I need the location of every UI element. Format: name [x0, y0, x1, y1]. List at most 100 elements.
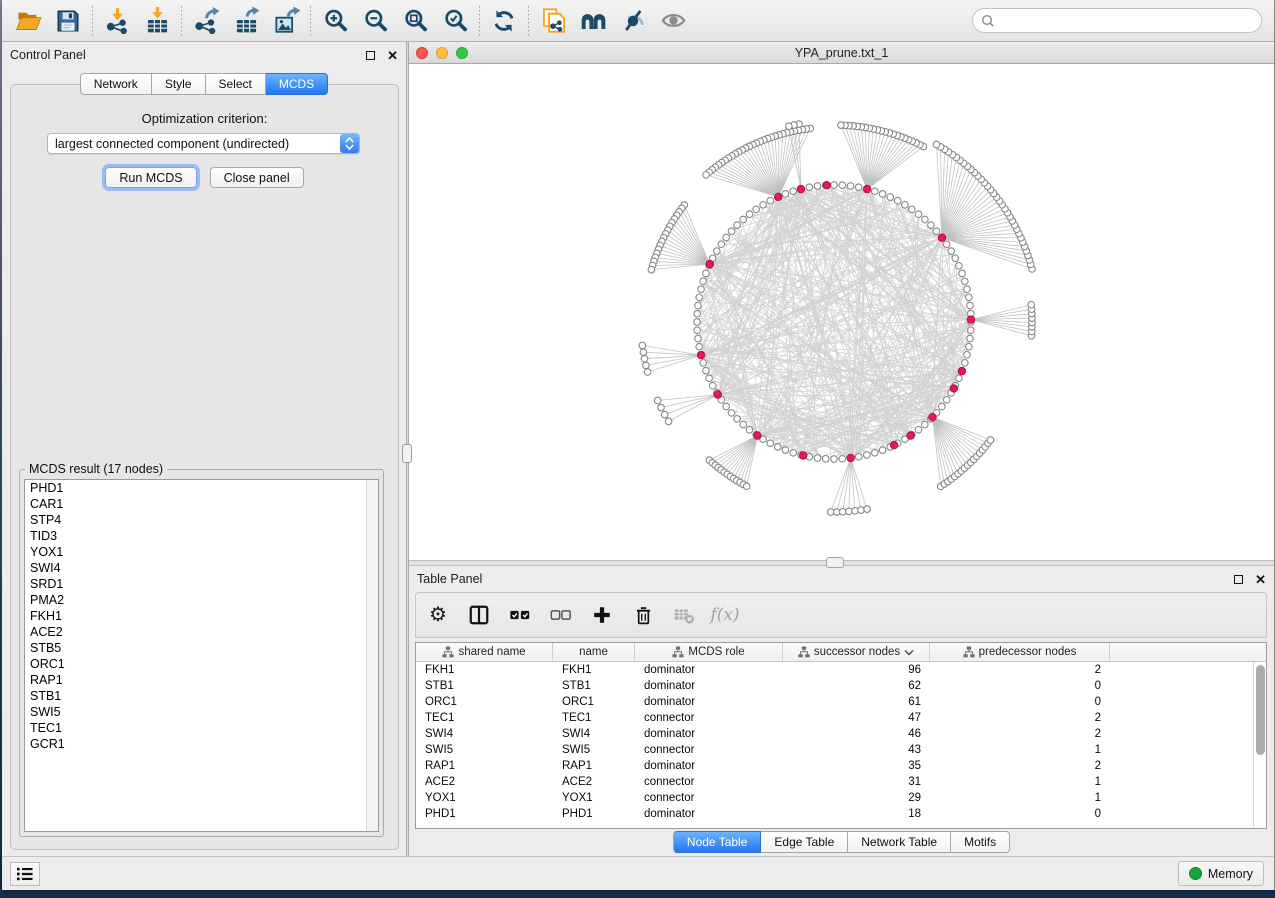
splitter-handle[interactable]	[402, 444, 412, 463]
mcds-hub-node[interactable]	[950, 385, 957, 392]
float-table-panel-icon[interactable]	[1234, 575, 1243, 584]
mcds-result-item[interactable]: TID3	[25, 528, 378, 544]
mcds-result-item[interactable]: PHD1	[25, 480, 378, 496]
table-row[interactable]: RAP1RAP1dominator352	[416, 758, 1253, 774]
window-maximize-icon[interactable]	[456, 47, 468, 59]
export-network-icon[interactable]	[186, 3, 226, 39]
add-column-icon[interactable]	[590, 603, 614, 627]
deselect-all-icon[interactable]	[549, 603, 573, 627]
mcds-hub-node[interactable]	[714, 391, 721, 398]
column-header-name[interactable]: name	[553, 643, 635, 661]
mcds-hub-node[interactable]	[967, 316, 974, 323]
mcds-hub-node[interactable]	[907, 432, 914, 439]
table-row[interactable]: PHD1PHD1dominator180	[416, 806, 1253, 822]
mcds-hub-node[interactable]	[890, 441, 897, 448]
mcds-hub-node[interactable]	[958, 367, 965, 374]
mcds-result-item[interactable]: PMA2	[25, 592, 378, 608]
mcds-result-item[interactable]: SWI5	[25, 704, 378, 720]
first-neighbors-icon[interactable]	[573, 3, 613, 39]
table-scrollbar[interactable]	[1253, 662, 1266, 828]
table-scrollbar-thumb[interactable]	[1256, 665, 1265, 755]
import-network-icon[interactable]	[97, 3, 137, 39]
memory-button[interactable]: Memory	[1178, 861, 1264, 886]
window-close-icon[interactable]	[416, 47, 428, 59]
table-row[interactable]: FKH1FKH1dominator962	[416, 662, 1253, 678]
table-row[interactable]: ACE2ACE2connector311	[416, 774, 1253, 790]
mcds-result-item[interactable]: SRD1	[25, 576, 378, 592]
import-table-icon[interactable]	[137, 3, 177, 39]
mcds-hub-node[interactable]	[706, 260, 713, 267]
table-row[interactable]: YOX1YOX1connector291	[416, 790, 1253, 806]
table-row[interactable]: TEC1TEC1connector472	[416, 710, 1253, 726]
mcds-result-item[interactable]: STB5	[25, 640, 378, 656]
tab-select[interactable]: Select	[206, 73, 266, 95]
export-image-icon[interactable]	[266, 3, 306, 39]
mcds-result-item[interactable]: FKH1	[25, 608, 378, 624]
column-header-mcds-role[interactable]: MCDS role	[635, 643, 783, 661]
table-tab-edge-table[interactable]: Edge Table	[761, 831, 848, 853]
mcds-list-scrollbar[interactable]	[366, 480, 378, 831]
column-header-successor-nodes[interactable]: successor nodes	[783, 643, 930, 661]
hide-selected-icon[interactable]	[613, 3, 653, 39]
tab-network[interactable]: Network	[80, 73, 152, 95]
mcds-hub-node[interactable]	[847, 454, 854, 461]
table-row[interactable]: STB1STB1dominator620	[416, 678, 1253, 694]
close-panel-button[interactable]: Close panel	[210, 167, 304, 188]
zoom-in-icon[interactable]	[315, 3, 355, 39]
export-table-icon[interactable]	[226, 3, 266, 39]
mcds-result-item[interactable]: ACE2	[25, 624, 378, 640]
tab-style[interactable]: Style	[152, 73, 206, 95]
table-row[interactable]: SWI5SWI5connector431	[416, 742, 1253, 758]
mcds-hub-node[interactable]	[797, 185, 804, 192]
mcds-result-item[interactable]: YOX1	[25, 544, 378, 560]
mcds-hub-node[interactable]	[938, 234, 945, 241]
mcds-result-item[interactable]: TEC1	[25, 720, 378, 736]
table-options-icon[interactable]: ⚙	[426, 603, 450, 627]
task-history-icon[interactable]	[10, 862, 40, 886]
float-panel-icon[interactable]	[366, 51, 375, 60]
search-input[interactable]	[1000, 14, 1253, 28]
column-header-predecessor-nodes[interactable]: predecessor nodes	[930, 643, 1110, 661]
table-row[interactable]: ORC1ORC1dominator610	[416, 694, 1253, 710]
refresh-view-icon[interactable]	[484, 3, 524, 39]
delete-columns-icon[interactable]	[631, 603, 655, 627]
table-row[interactable]: SWI4SWI4dominator462	[416, 726, 1253, 742]
mcds-result-item[interactable]: CAR1	[25, 496, 378, 512]
clone-network-icon[interactable]	[533, 3, 573, 39]
cell-shared-name: PHD1	[416, 808, 553, 820]
mcds-hub-node[interactable]	[754, 432, 761, 439]
mcds-hub-node[interactable]	[697, 351, 704, 358]
close-table-panel-icon[interactable]: ✕	[1255, 573, 1266, 586]
table-tab-motifs[interactable]: Motifs	[951, 831, 1010, 853]
table-tab-node-table[interactable]: Node Table	[673, 831, 762, 853]
mcds-result-item[interactable]: GCR1	[25, 736, 378, 752]
zoom-fit-icon[interactable]	[395, 3, 435, 39]
mcds-result-item[interactable]: ORC1	[25, 656, 378, 672]
select-all-icon[interactable]	[508, 603, 532, 627]
run-mcds-button[interactable]: Run MCDS	[105, 167, 196, 188]
zoom-selected-icon[interactable]	[435, 3, 475, 39]
save-session-icon[interactable]	[48, 3, 88, 39]
show-columns-icon[interactable]	[467, 603, 491, 627]
mcds-hub-node[interactable]	[800, 452, 807, 459]
network-view[interactable]	[409, 64, 1274, 560]
network-canvas[interactable]	[409, 64, 1274, 560]
mcds-hub-node[interactable]	[863, 185, 870, 192]
tab-mcds[interactable]: MCDS	[266, 73, 328, 95]
close-panel-icon[interactable]: ✕	[387, 49, 398, 62]
criterion-dropdown[interactable]: largest connected component (undirected)	[47, 133, 360, 154]
mcds-result-item[interactable]: STP4	[25, 512, 378, 528]
mcds-hub-node[interactable]	[929, 414, 936, 421]
mcds-hub-node[interactable]	[823, 182, 830, 189]
splitter-handle-horizontal[interactable]	[826, 557, 844, 568]
mcds-result-item[interactable]: SWI4	[25, 560, 378, 576]
show-all-icon[interactable]	[653, 3, 693, 39]
mcds-hub-node[interactable]	[775, 193, 782, 200]
window-minimize-icon[interactable]	[436, 47, 448, 59]
table-tab-network-table[interactable]: Network Table	[848, 831, 951, 853]
zoom-out-icon[interactable]	[355, 3, 395, 39]
mcds-result-item[interactable]: RAP1	[25, 672, 378, 688]
mcds-result-item[interactable]: STB1	[25, 688, 378, 704]
column-header-shared-name[interactable]: shared name	[416, 643, 553, 661]
open-file-icon[interactable]	[8, 3, 48, 39]
